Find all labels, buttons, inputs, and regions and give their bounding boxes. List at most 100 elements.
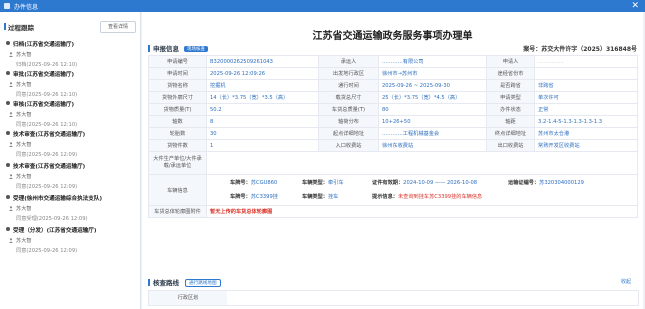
process-step: 审核(江苏省交通运输厅) 苏大智同意(2025-09-26 12:10) <box>6 100 136 128</box>
step-user: 苏大智 <box>6 111 136 118</box>
field-label: 车辆信息 <box>148 174 207 206</box>
field-value: 10+26+50 <box>378 115 487 128</box>
step-dot-icon <box>6 131 10 135</box>
collapse-link[interactable]: 收起 <box>621 278 631 285</box>
process-sidebar: 过程跟踪 查看详情 归档(江苏省交通运输厅) 苏大智 归档(2025-09-26 1… <box>0 12 141 309</box>
step-result-time: 同意(2025-09-26 12:10) <box>16 92 78 98</box>
field-value: 徐州市→苏州市 <box>378 67 487 80</box>
info-row: 货物件数 1 入口收费站 徐州东收费站 出口收费站 常熟开发区收费站 <box>148 139 638 152</box>
sidebar-title: 过程跟踪 <box>4 23 34 32</box>
section-title: 申报信息 <box>153 45 179 53</box>
step-name: 技术审查(江苏省交通运输厅) <box>6 130 136 138</box>
step-name: 技术审查(江苏省交通运输厅) <box>6 162 136 170</box>
step-user: 苏大智 <box>6 81 136 88</box>
field-label: 承运人 <box>318 55 379 68</box>
step-name: 受理（分发）(江苏省交通运输厅) <box>6 226 136 234</box>
field-label: 货物外廓尺寸 <box>148 91 207 104</box>
info-row: 申请编号 B320000262509261043 承运人 …………有限公司 申请人………… <box>148 55 638 68</box>
field-value: 正常 <box>534 103 638 116</box>
step-user: 苏大智 <box>6 205 136 212</box>
field-value: 30 <box>206 127 319 140</box>
step-dot-icon <box>6 101 10 105</box>
field-value <box>534 67 638 80</box>
step-user: 苏大智 <box>6 51 136 58</box>
step-dot-icon <box>6 71 10 75</box>
field-label: 轮胎数 <box>148 127 207 140</box>
declare-info-table: 申请编号 B320000262509261043 承运人 …………有限公司 申请人………… <box>148 55 638 218</box>
step-name: 受理(徐州市交通运输综合执法支队) <box>6 194 136 202</box>
field-label: 载货总尺寸 <box>318 91 379 104</box>
field-value: 单次许可 <box>534 91 638 104</box>
field-value: 8 <box>206 115 319 128</box>
user-icon <box>9 173 13 179</box>
page-title: 江苏省交通运输政务服务事项办理单 <box>312 31 473 42</box>
field-label: 申请类型 <box>486 91 535 104</box>
case-number: 案号：苏交大件许字（2025）316848号 <box>523 46 637 53</box>
close-icon[interactable]: ✕ <box>631 0 639 12</box>
field-value: 2025-09-26 ~ 2025-09-30 <box>378 79 487 92</box>
onsite-check-badge: 现场核查 <box>184 46 208 52</box>
field-label: 出发地行政区 <box>318 67 379 80</box>
field-label: 车货总体轮廓图附件 <box>148 205 207 218</box>
step-user: 苏大智 <box>6 141 136 148</box>
step-result-time: 归档(2025-09-26 12:10) <box>16 62 78 68</box>
process-step: 技术审查(江苏省交通运输厅) 苏大智同意(2025-09-26 12:09) <box>6 130 136 158</box>
step-name: 审核(江苏省交通运输厅) <box>6 100 136 108</box>
info-row: 轴数 8 轴荷分布 10+26+50 轴距 3.2-1.4-5-1.3-1.3-1.3-1… <box>148 115 638 128</box>
step-name: 审批(江苏省交通运输厅) <box>6 70 136 78</box>
step-result-time: 同意(2025-09-26 12:09) <box>16 152 78 158</box>
user-icon <box>9 81 13 87</box>
field-label: 轴荷分布 <box>318 115 379 128</box>
route-map-button[interactable]: 通行路线地图 <box>185 279 221 287</box>
field-label: 申请人 <box>486 55 535 68</box>
field-value: …………工程机械基金会 <box>378 127 487 140</box>
field-label: 办件状态 <box>486 103 535 116</box>
field-value: 80 <box>378 103 487 116</box>
info-row: 大件生产单位/大件承载/承运单位 <box>148 151 638 175</box>
section-title: 核查路线 <box>153 279 179 287</box>
step-dot-icon <box>6 195 10 199</box>
step-user: 苏大智 <box>6 237 136 244</box>
field-value: 2025-09-26 12:09:26 <box>206 67 319 80</box>
field-value: 25（长）*3.75（宽）*4.5（高） <box>378 91 487 104</box>
info-row: 货物名称 挖掘机 通行时间 2025-09-26 ~ 2025-09-30 是否跨省 非跨… <box>148 79 638 92</box>
field-label: 货物名称 <box>148 79 207 92</box>
field-label: 轴距 <box>486 115 535 128</box>
info-row: 车货总体轮廓图附件 暂无上传的车货总体轮廓图 <box>148 205 638 218</box>
process-step: 受理（分发）(江苏省交通运输厅) 苏大智 同意(2025-09-26 12:09) <box>6 226 136 254</box>
field-label: 出口收费站 <box>486 139 535 152</box>
step-result-time: 同意(2025-09-26 12:10) <box>16 122 78 128</box>
field-value: 常熟开发区收费站 <box>534 139 638 152</box>
process-step: 归档(江苏省交通运输厅) 苏大智 归档(2025-09-26 12:10) <box>6 40 136 68</box>
field-value: 挖掘机 <box>206 79 319 92</box>
user-icon <box>9 205 13 211</box>
window-title: 办件信息 <box>14 4 39 11</box>
field-value: …………… <box>534 55 638 68</box>
field-label: 申请编号 <box>148 55 207 68</box>
user-icon <box>9 51 13 57</box>
step-dot-icon <box>6 41 10 45</box>
window-icon <box>4 3 10 9</box>
main-panel: 江苏省交通运输政务服务事项办理单 申报信息 现场核查 案号：苏交大件许字（2025… <box>142 12 643 309</box>
field-label: 轴数 <box>148 115 207 128</box>
step-dot-icon <box>6 163 10 167</box>
field-label: 终点详细地址 <box>486 127 535 140</box>
field-value: 暂无上传的车货总体轮廓图 <box>206 205 638 218</box>
process-step: 受理(徐州市交通运输综合执法支队) 苏大智同意受理(2025-09-26 12:0… <box>6 194 136 222</box>
info-row: 货物质量(T) 50.2 车货总质量(T) 80 办件状态 正常 <box>148 103 638 116</box>
section-declare-info: 申报信息 现场核查 <box>148 43 208 53</box>
field-value: …………有限公司 <box>378 55 487 68</box>
vehicle-info: 车牌号：苏CGU860 车辆类型：牵引车 证件有效期：2024-10-09 —— 2… <box>206 174 638 206</box>
field-label: 通行时间 <box>318 79 379 92</box>
step-result-time: 同意受理(2025-09-26 12:09) <box>16 216 88 222</box>
field-label: 申请时间 <box>148 67 207 80</box>
process-step: 审批(江苏省交通运输厅) 苏大智同意(2025-09-26 12:10) <box>6 70 136 98</box>
field-label: 起点详细地址 <box>318 127 379 140</box>
field-label: 是否跨省 <box>486 79 535 92</box>
field-label: 货物件数 <box>148 139 207 152</box>
field-value: 3.2-1.4-5-1.3-1.3-1.3-1.3 <box>534 115 638 128</box>
view-details-button[interactable]: 查看详情 <box>100 21 136 33</box>
field-value: 50.2 <box>206 103 319 116</box>
field-value: 14（长）*3.75（宽）*3.5（高） <box>206 91 319 104</box>
info-row: 申请时间 2025-09-26 12:09:26 出发地行政区 徐州市→苏州市 途经省份… <box>148 67 638 80</box>
